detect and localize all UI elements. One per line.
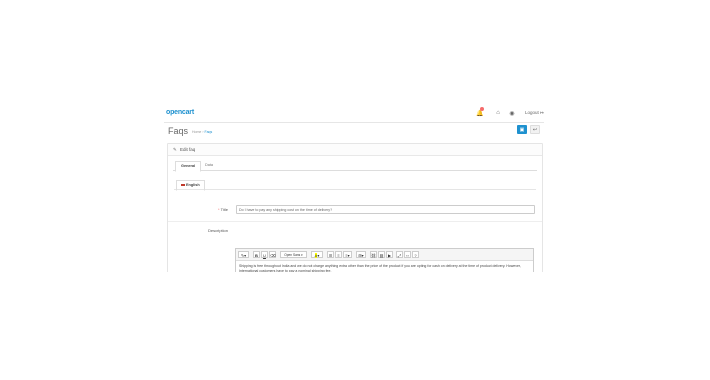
- opencart-logo[interactable]: opencart: [166, 109, 194, 116]
- help-icon[interactable]: ◉: [508, 109, 516, 117]
- text-color-icon: A: [314, 253, 318, 258]
- panel-title: Edit faq: [180, 147, 196, 152]
- title-label-text: Title: [220, 207, 228, 212]
- title-input[interactable]: Do I have to pay any shipping cost on th…: [236, 205, 535, 214]
- video-icon[interactable]: ▶: [386, 251, 393, 258]
- app-frame: opencart 🔔 ⌂ ◉ Logout ↦ Faqs Home › Faqs…: [164, 104, 544, 272]
- title-label: * Title: [198, 207, 228, 212]
- text-color-button[interactable]: A▾: [311, 251, 323, 258]
- magic-wand-icon[interactable]: ✎▾: [238, 251, 249, 258]
- font-family-select[interactable]: Open Sans ▾: [280, 251, 307, 258]
- code-view-icon[interactable]: ‹›: [404, 251, 411, 258]
- tab-data[interactable]: Data: [200, 161, 218, 170]
- language-tabs: English: [174, 180, 536, 191]
- tab-english[interactable]: English: [176, 180, 205, 191]
- bold-button[interactable]: B: [253, 251, 260, 258]
- link-icon[interactable]: ⛓: [370, 251, 377, 258]
- back-button[interactable]: ↩: [530, 125, 540, 134]
- paragraph-align-icon[interactable]: ≡▾: [343, 251, 352, 258]
- breadcrumb-home[interactable]: Home: [192, 130, 201, 134]
- underline-button[interactable]: U: [261, 251, 268, 258]
- save-icon: ▣: [519, 126, 525, 133]
- uk-flag-icon: [181, 183, 185, 187]
- editor-toolbar: ✎▾ B U ⌫ Open Sans ▾ A▾ ☰ ≡ ≡▾ ⊞▾ ⛓ ▨ ▶ …: [236, 249, 533, 261]
- page-title: Faqs: [168, 126, 189, 136]
- font-family-value: Open Sans: [284, 253, 301, 257]
- sign-out-icon: ↦: [540, 110, 544, 115]
- breadcrumb-faqs[interactable]: Faqs: [204, 130, 212, 134]
- eraser-icon[interactable]: ⌫: [269, 251, 276, 258]
- logout-label: Logout: [525, 110, 539, 115]
- language-label: English: [186, 183, 200, 187]
- home-icon[interactable]: ⌂: [494, 109, 502, 117]
- description-label: Description: [207, 228, 228, 233]
- ordered-list-icon[interactable]: ≡: [335, 251, 342, 258]
- form-tabs: General Data: [173, 161, 537, 172]
- tab-general[interactable]: General: [175, 161, 202, 172]
- pencil-icon: ✎: [173, 147, 177, 152]
- fullscreen-icon[interactable]: ⤢: [396, 251, 403, 258]
- form-divider: [168, 221, 542, 222]
- notification-badge: [480, 107, 484, 111]
- editor-content[interactable]: Shipping is free throughout India and we…: [239, 264, 529, 272]
- panel-heading: ✎ Edit faq: [168, 144, 542, 156]
- back-arrow-icon: ↩: [532, 126, 538, 133]
- unordered-list-icon[interactable]: ☰: [327, 251, 334, 258]
- logout-link[interactable]: Logout ↦: [525, 110, 544, 116]
- save-button[interactable]: ▣: [517, 125, 527, 134]
- table-icon[interactable]: ⊞▾: [356, 251, 366, 258]
- logo-text: opencart: [166, 109, 194, 116]
- help-question-icon[interactable]: ?: [412, 251, 419, 258]
- description-editor[interactable]: ✎▾ B U ⌫ Open Sans ▾ A▾ ☰ ≡ ≡▾ ⊞▾ ⛓ ▨ ▶ …: [235, 248, 534, 272]
- breadcrumb: Home › Faqs: [192, 130, 212, 134]
- image-icon[interactable]: ▨: [378, 251, 385, 258]
- top-bar: opencart 🔔 ⌂ ◉ Logout ↦: [164, 104, 544, 123]
